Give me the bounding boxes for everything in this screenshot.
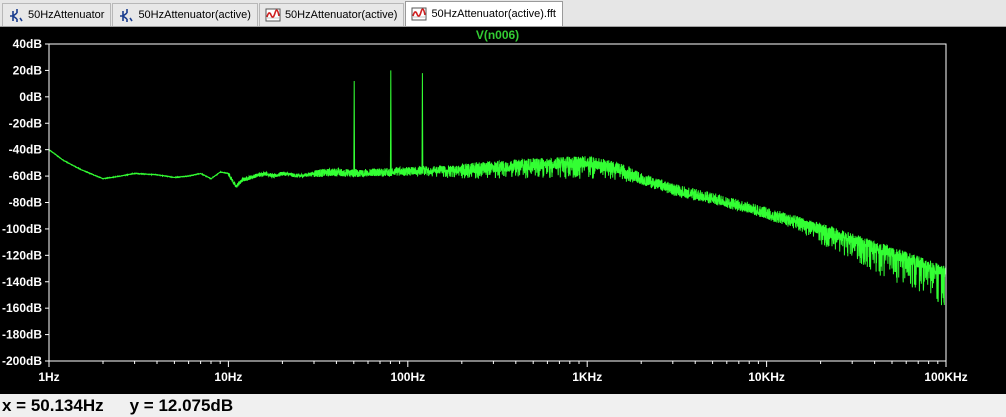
schematic-icon bbox=[120, 9, 134, 22]
fft-chart[interactable]: V(n006) 40dB 20dB 0dB -20dB -40dB -60dB -80dB -1… bbox=[0, 27, 1006, 394]
tab-label: 50HzAttenuator bbox=[28, 9, 105, 21]
x-tick-label: 100Hz bbox=[390, 370, 425, 384]
waveform-icon bbox=[265, 8, 281, 22]
tab-1[interactable]: 50HzAttenuator bbox=[2, 3, 112, 26]
y-tick-label: -80dB bbox=[9, 196, 43, 210]
y-tick-label: -200dB bbox=[2, 354, 42, 368]
cursor-readout-bar: x = 50.134Hz y = 12.075dB bbox=[0, 394, 1006, 417]
y-tick-label: 40dB bbox=[13, 37, 43, 51]
plot-frame bbox=[48, 43, 947, 362]
x-tick-label: 1Hz bbox=[38, 370, 59, 384]
tab-label: 50HzAttenuator(active) bbox=[138, 9, 251, 21]
tab-4[interactable]: 50HzAttenuator(active).fft bbox=[405, 1, 563, 26]
y-tick-label: 0dB bbox=[19, 90, 42, 104]
x-tick-label: 10KHz bbox=[748, 370, 785, 384]
x-readout: x = 50.134Hz bbox=[2, 395, 104, 415]
y-tick-label: -20dB bbox=[9, 116, 43, 130]
tab-2[interactable]: 50HzAttenuator(active) bbox=[112, 3, 258, 26]
y-tick-label: -60dB bbox=[9, 169, 43, 183]
tab-label: 50HzAttenuator(active).fft bbox=[431, 8, 556, 20]
y-tick-label: -180dB bbox=[2, 328, 42, 342]
x-tick-label: 1KHz bbox=[572, 370, 602, 384]
y-tick-label: -100dB bbox=[2, 222, 42, 236]
y-tick-label: 20dB bbox=[13, 63, 43, 77]
tab-3[interactable]: 50HzAttenuator(active) bbox=[258, 3, 405, 26]
y-tick-label: -160dB bbox=[2, 301, 42, 315]
x-tick-label: 100KHz bbox=[924, 370, 967, 384]
waveform-plot-pane[interactable]: V(n006) 40dB 20dB 0dB -20dB -40dB -60dB -80dB -1… bbox=[0, 27, 1006, 394]
y-tick-label: -140dB bbox=[2, 275, 42, 289]
y-tick-label: -40dB bbox=[9, 143, 43, 157]
chart-title: V(n006) bbox=[476, 28, 519, 42]
schematic-icon bbox=[10, 9, 23, 22]
trace-vn006 bbox=[48, 70, 947, 306]
document-tab-bar: 50HzAttenuator 50HzAttenuator(active) 50Hz… bbox=[0, 0, 1006, 27]
y-tick-label: -120dB bbox=[2, 248, 42, 262]
waveform-icon bbox=[411, 7, 427, 21]
y-readout: y = 12.075dB bbox=[129, 395, 234, 415]
tab-label: 50HzAttenuator(active) bbox=[284, 9, 398, 21]
x-tick-label: 10Hz bbox=[214, 370, 242, 384]
